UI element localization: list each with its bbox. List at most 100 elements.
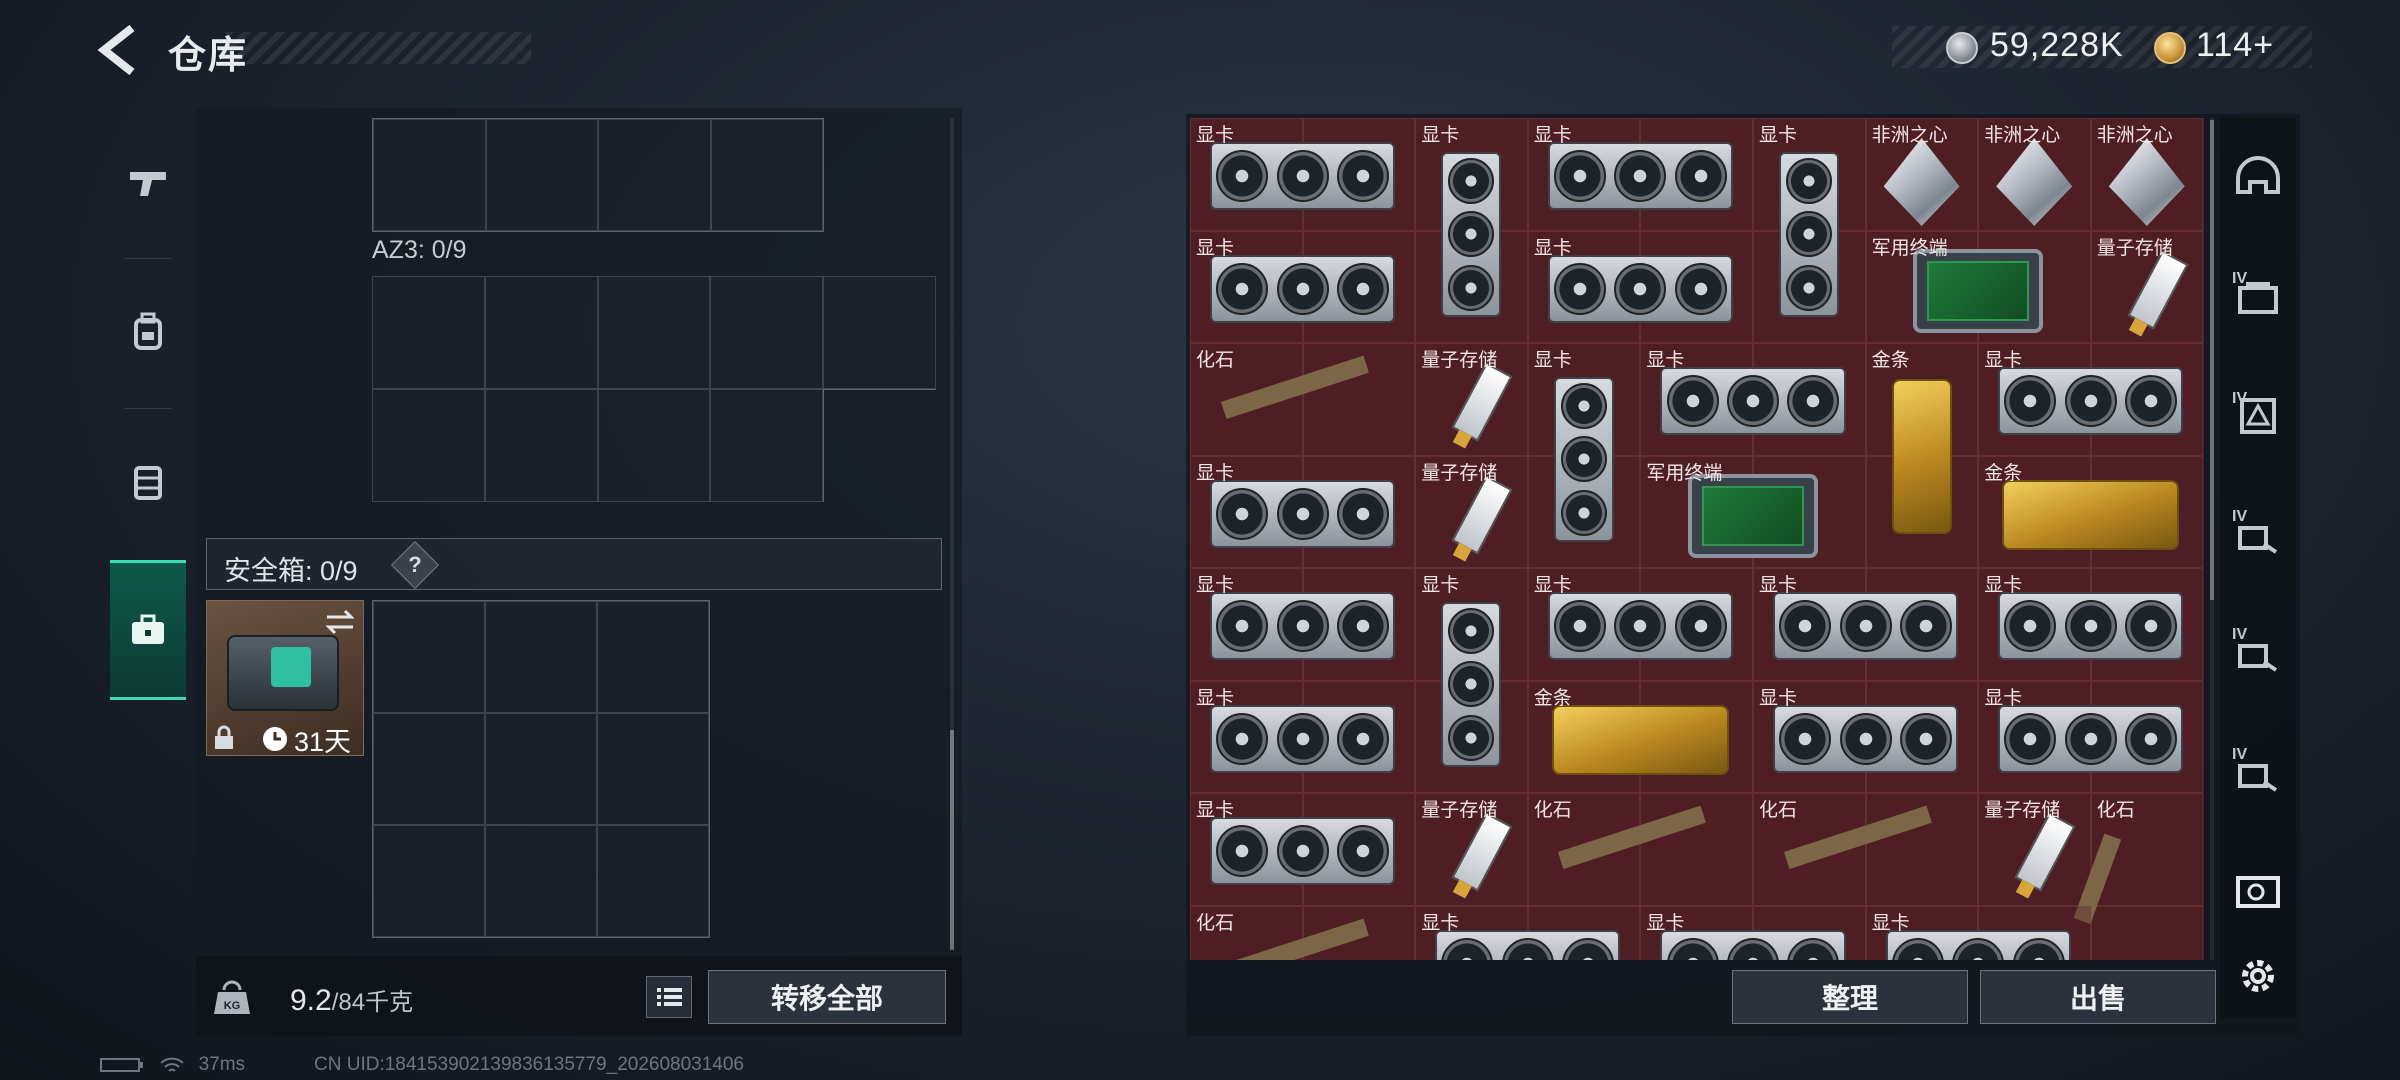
quantum-storage-item[interactable]: 量子存储 <box>1415 343 1528 456</box>
fossil-item[interactable]: 化石 <box>1527 793 1753 919</box>
grid-slot[interactable] <box>373 713 485 825</box>
heart-of-africa-item[interactable]: 非洲之心 <box>2090 118 2204 231</box>
gold-bar-item[interactable]: 金条 <box>1865 343 1979 568</box>
grid-slot[interactable] <box>484 276 598 389</box>
item-label: 军用终端 <box>1646 462 1723 484</box>
inventory-scroll-thumb[interactable] <box>950 730 954 950</box>
graphics-card-item[interactable]: 显卡 <box>1640 905 1866 960</box>
graphics-card-item[interactable]: 显卡 <box>1415 568 1528 793</box>
graphics-card-item[interactable]: 显卡 <box>1527 568 1753 681</box>
grid-slot[interactable] <box>710 389 824 502</box>
tab-keys-2[interactable]: IV <box>2232 746 2284 798</box>
graphics-card-image <box>1210 479 1396 548</box>
fossil-item[interactable]: 化石 <box>2073 793 2204 960</box>
item-label: 金条 <box>1533 687 1572 709</box>
item-label: 显卡 <box>1421 912 1460 934</box>
graphics-card-item[interactable]: 显卡 <box>1190 455 1416 568</box>
graphics-card-item[interactable]: 显卡 <box>1753 680 1979 793</box>
gold-currency-value[interactable]: 114+ <box>2196 26 2274 65</box>
item-label: 显卡 <box>1871 912 1910 934</box>
grid-slot[interactable] <box>485 825 597 937</box>
tab-vest[interactable] <box>100 408 196 556</box>
graphics-card-item[interactable]: 显卡 <box>1978 680 2204 793</box>
graphics-card-item[interactable]: 显卡 <box>1190 793 1416 906</box>
graphics-card-item[interactable]: 显卡 <box>1753 118 1866 343</box>
grid-slot[interactable] <box>485 119 598 231</box>
back-button[interactable] <box>96 22 146 78</box>
sort-button[interactable]: 整理 <box>1732 970 1968 1024</box>
grid-slot[interactable] <box>597 389 711 502</box>
graphics-card-item[interactable]: 显卡 <box>1190 118 1416 231</box>
graphics-card-item[interactable]: 显卡 <box>1978 568 2204 681</box>
quantum-storage-item[interactable]: 量子存储 <box>1415 793 1528 906</box>
quantum-storage-item[interactable]: 量子存储 <box>1978 793 2091 906</box>
heart-of-africa-item[interactable]: 非洲之心 <box>1865 118 1979 231</box>
weight-max: /84千克 <box>331 989 414 1016</box>
claw-fossil-image <box>2073 833 2204 960</box>
graphics-card-image <box>1210 592 1396 660</box>
quantum-storage-item[interactable]: 量子存储 <box>1415 455 1528 568</box>
grid-slot[interactable] <box>598 119 711 231</box>
military-terminal-item[interactable]: 军用终端 <box>1640 455 1866 568</box>
swap-icon[interactable] <box>323 609 357 635</box>
graphics-card-item[interactable]: 显卡 <box>1527 230 1753 343</box>
sell-button[interactable]: 出售 <box>1980 970 2216 1024</box>
item-label: 显卡 <box>1759 125 1798 146</box>
graphics-card-item[interactable]: 显卡 <box>1753 568 1979 681</box>
heart-of-africa-item[interactable]: 非洲之心 <box>1978 118 2091 231</box>
clock-icon <box>263 727 287 751</box>
tab-keys-3[interactable]: IV <box>2232 626 2284 678</box>
tab-keys-4[interactable]: IV <box>2232 508 2284 560</box>
tab-weapons[interactable] <box>100 108 196 256</box>
tab-helmet[interactable] <box>2232 152 2284 204</box>
gold-bar-item[interactable]: 金条 <box>1527 680 1753 793</box>
settings-button[interactable] <box>2232 950 2284 1002</box>
transfer-all-button[interactable]: 转移全部 <box>708 970 946 1024</box>
usb-image <box>1451 812 1513 892</box>
graphics-card-item[interactable]: 显卡 <box>1978 343 2204 456</box>
graphics-card-image <box>1773 592 1959 660</box>
graphics-card-item[interactable]: 显卡 <box>1190 680 1416 793</box>
graphics-card-item[interactable]: 显卡 <box>1527 118 1753 231</box>
grid-slot[interactable] <box>485 713 597 825</box>
grid-slot[interactable] <box>710 276 824 389</box>
grid-slot[interactable] <box>373 601 485 713</box>
item-label: 量子存储 <box>1421 462 1498 484</box>
grid-slot[interactable] <box>373 119 486 231</box>
grid-slot[interactable] <box>710 119 823 231</box>
fossil-item[interactable]: 化石 <box>1190 905 1416 960</box>
grid-slot[interactable] <box>597 825 709 937</box>
graphics-card-item[interactable]: 显卡 <box>1415 118 1528 343</box>
tab-ammo[interactable]: IV <box>2232 270 2284 322</box>
tab-medical[interactable] <box>2232 866 2284 918</box>
grid-slot[interactable] <box>597 713 709 825</box>
fossil-item[interactable]: 化石 <box>1753 793 1979 919</box>
graphics-card-item[interactable]: 显卡 <box>1640 343 1866 456</box>
graphics-card-item[interactable]: 显卡 <box>1415 905 1641 960</box>
fossil-item[interactable]: 化石 <box>1190 343 1416 469</box>
tab-safebox[interactable] <box>110 560 186 700</box>
silver-currency-value: 59,228K <box>1990 26 2124 64</box>
grid-slot[interactable] <box>597 276 711 389</box>
graphics-card-item[interactable]: 显卡 <box>1190 230 1416 343</box>
grid-slot[interactable] <box>372 276 485 389</box>
silver-coin-icon <box>1946 32 1978 64</box>
graphics-card-item[interactable]: 显卡 <box>1527 343 1641 568</box>
gold-bar-item[interactable]: 金条 <box>1978 455 2204 568</box>
grid-slot[interactable] <box>823 276 936 389</box>
grid-slot[interactable] <box>372 389 485 502</box>
list-view-button[interactable] <box>646 976 692 1018</box>
grid-slot[interactable] <box>597 601 709 713</box>
grid-slot[interactable] <box>373 825 485 937</box>
tab-backpack[interactable] <box>100 258 196 406</box>
graphics-card-item[interactable]: 显卡 <box>1190 568 1416 681</box>
battery-icon <box>100 1057 143 1072</box>
military-terminal-item[interactable]: 军用终端 <box>1865 230 2091 343</box>
tab-armor[interactable]: IV <box>2232 390 2284 442</box>
stash-scroll-thumb[interactable] <box>2210 120 2214 600</box>
grid-slot[interactable] <box>485 601 597 713</box>
quantum-storage-item[interactable]: 量子存储 <box>2090 230 2204 343</box>
grid-slot[interactable] <box>484 389 598 502</box>
graphics-card-item[interactable]: 显卡 <box>1865 905 2091 960</box>
item-label: 显卡 <box>1196 237 1235 259</box>
